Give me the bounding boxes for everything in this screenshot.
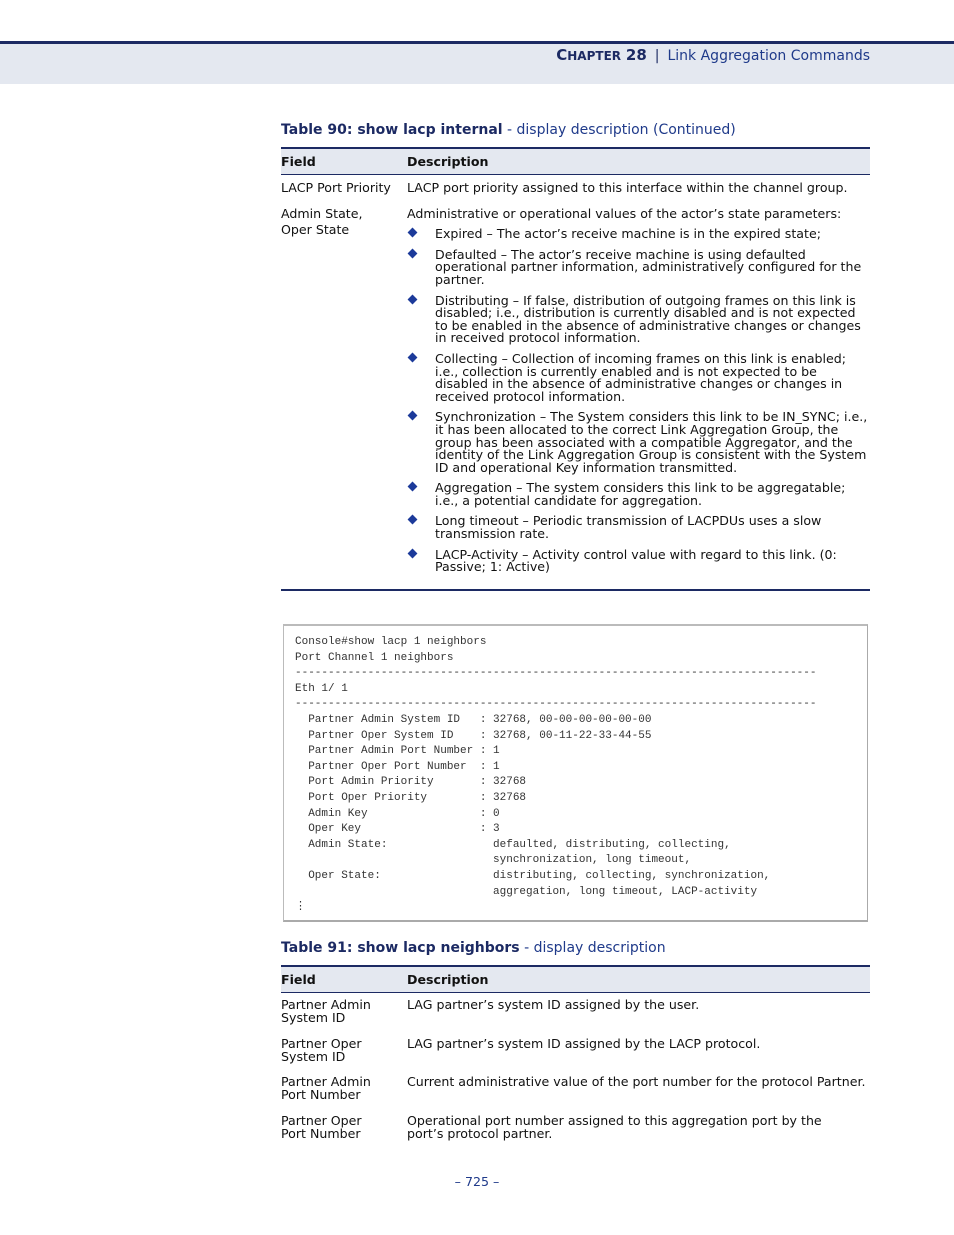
table91: Field Description Partner Admin System ID…: [281, 965, 870, 1139]
table-row: LACP Port Priority LACP port priority as…: [281, 180, 848, 195]
diamond-bullet-icon: [407, 548, 418, 559]
document-page: CHAPTER 28 | Link Aggregation Commands Tab…: [0, 0, 954, 1235]
bullet-item: Expired – The actor’s receive machine is…: [407, 226, 870, 242]
table-row: Partner Admin System ID LAG partner’s sys…: [281, 997, 700, 1025]
diamond-bullet-icon: [407, 481, 418, 492]
table90-title: Table 90: show lacp internal - display d…: [281, 122, 736, 138]
bullet-item: Synchronization – The System considers t…: [407, 409, 870, 475]
bullet-item: Defaulted – The actor’s receive machine …: [407, 246, 870, 287]
bullet-text: Defaulted – The actor’s receive machine …: [435, 246, 862, 287]
table-row: Partner Admin Port Number Current adminis…: [281, 1074, 866, 1102]
bullet-text: LACP-Activity – Activity control value w…: [435, 546, 837, 575]
diamond-bullet-icon: [407, 227, 418, 238]
page-number: – 725 –: [454, 1174, 500, 1189]
diamond-bullet-icon: [407, 410, 418, 421]
diamond-bullet-icon: [407, 352, 418, 363]
bullet-text: Aggregation – The system considers this …: [435, 480, 846, 508]
diamond-bullet-icon: [407, 515, 418, 525]
bullet-item: LACP-Activity – Activity control value w…: [407, 546, 870, 575]
diamond-bullet-icon: [407, 294, 418, 305]
bullet-text: Expired – The actor’s receive machine is…: [435, 226, 821, 242]
bullet-text: Synchronization – The System considers t…: [435, 409, 868, 475]
table-row: Admin State, Oper State Administrative o…: [281, 206, 870, 575]
bullet-text: Collecting – Collection of incoming fram…: [435, 350, 847, 404]
chapter-header: CHAPTER 28 | Link Aggregation Commands: [556, 46, 870, 64]
table-header: Field Description: [281, 965, 870, 993]
table90: Field Description LACP Port Priority LACP…: [281, 147, 870, 574]
diamond-bullet-icon: [407, 248, 418, 259]
chapter-title: Link Aggregation Commands: [667, 48, 870, 64]
bullet-text: Long timeout – Periodic transmission of …: [435, 513, 822, 542]
console-output: Console#show lacp 1 neighbors Port Chann…: [295, 636, 817, 914]
table91-title: Table 91: show lacp neighbors - display …: [281, 940, 666, 956]
console-example: Console#show lacp 1 neighbors Port Chann…: [283, 624, 868, 922]
table90-bottom-rule: [281, 589, 870, 591]
table-header: Field Description: [281, 147, 870, 175]
table-row: Partner Oper Port Number Operational port…: [281, 1113, 822, 1141]
bullet-item: Distributing – If false, distribution of…: [407, 292, 870, 346]
bullet-item: Collecting – Collection of incoming fram…: [407, 350, 870, 404]
bullet-item: Aggregation – The system considers this …: [407, 482, 870, 507]
table-row: Partner Oper System ID LAG partner’s syst…: [281, 1036, 761, 1064]
bullet-item: Long timeout – Periodic transmission of …: [407, 515, 870, 540]
bullet-text: Distributing – If false, distribution of…: [435, 292, 861, 346]
